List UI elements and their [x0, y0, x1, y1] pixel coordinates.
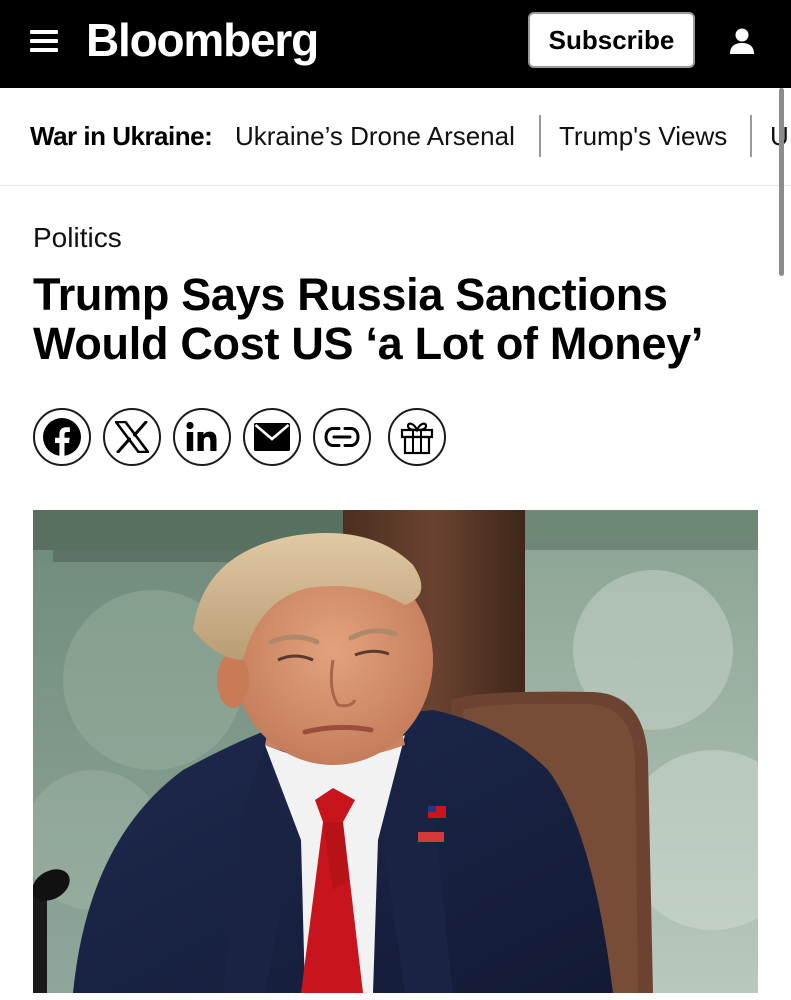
email-share-button[interactable]: [243, 408, 301, 466]
copy-link-button[interactable]: [313, 408, 371, 466]
topic-nav-label: War in Ukraine:: [30, 121, 213, 151]
topic-nav: War in Ukraine: Ukraine’s Drone Arsenal …: [0, 88, 791, 186]
facebook-share-button[interactable]: [33, 408, 91, 466]
x-share-button[interactable]: [103, 408, 161, 466]
gift-icon: [400, 422, 434, 455]
link-icon: [324, 427, 360, 447]
topic-link-drone-arsenal[interactable]: Ukraine’s Drone Arsenal: [235, 121, 515, 152]
subscribe-button[interactable]: Subscribe: [528, 12, 695, 68]
category-link[interactable]: Politics: [33, 222, 122, 254]
hamburger-menu-icon[interactable]: [30, 27, 58, 53]
linkedin-share-button[interactable]: [173, 408, 231, 466]
x-icon: [115, 421, 149, 453]
email-icon: [254, 423, 290, 451]
gift-article-button[interactable]: [388, 408, 446, 466]
scrollbar[interactable]: [779, 88, 784, 276]
lead-photo: [33, 510, 758, 993]
user-icon[interactable]: [728, 27, 756, 55]
divider: [539, 115, 541, 157]
topic-link-trumps-views[interactable]: Trump's Views: [559, 121, 727, 152]
site-header: Bloomberg Subscribe: [0, 0, 791, 88]
bloomberg-logo[interactable]: Bloomberg: [86, 12, 319, 68]
linkedin-icon: [186, 421, 217, 451]
facebook-icon: [43, 418, 81, 457]
divider: [750, 115, 752, 157]
article-headline: Trump Says Russia Sanctions Would Cost U…: [33, 269, 704, 369]
